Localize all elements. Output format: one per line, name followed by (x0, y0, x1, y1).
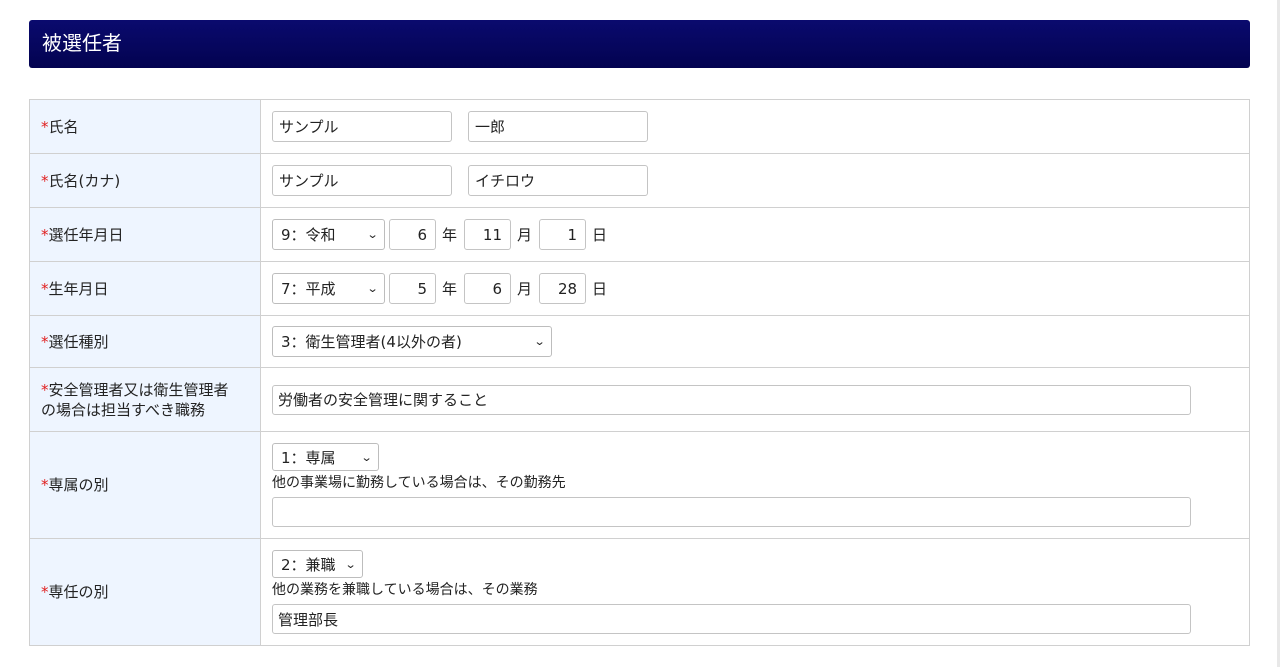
required-mark: * (41, 476, 49, 494)
appoint-day-input[interactable] (539, 219, 587, 250)
form-row-appoint-date: *選任年月日 9：令和 ⌄ 年 月 日 (29, 207, 1250, 262)
birth-month-input[interactable] (464, 273, 512, 304)
other-job-note: 他の業務を兼職している場合は、その業務 (272, 582, 538, 598)
duty-input[interactable] (272, 384, 1191, 415)
appoint-year-input[interactable] (389, 219, 436, 250)
chevron-down-icon: ⌄ (533, 335, 546, 348)
day-unit: 日 (592, 280, 608, 298)
chevron-down-icon: ⌄ (366, 228, 379, 241)
first-name-input[interactable] (468, 111, 648, 142)
label-text: 専属の別 (48, 476, 109, 494)
label-birth-date: *生年月日 (29, 261, 261, 316)
required-mark: * (41, 332, 49, 351)
selected-value: 2：兼職 (281, 555, 336, 574)
label-text: 生年月日 (48, 279, 109, 298)
section-title: 被選任者 (42, 31, 122, 55)
appoint-type-select[interactable]: 3：衛生管理者(4以外の者) ⌄ (272, 326, 552, 357)
label-text: 氏名 (48, 117, 79, 136)
birth-era-select[interactable]: 7：平成 ⌄ (272, 273, 385, 304)
label-text: 氏名(カナ) (48, 171, 121, 190)
chevron-down-icon: ⌄ (344, 557, 357, 571)
selected-value: 1：専属 (281, 448, 336, 467)
required-mark: * (41, 225, 49, 244)
workplace-input[interactable] (272, 497, 1191, 527)
chevron-down-icon: ⌄ (360, 450, 373, 464)
selected-value: 9：令和 (281, 226, 336, 244)
form-row-appoint-type: *選任種別 3：衛生管理者(4以外の者) ⌄ (29, 315, 1250, 368)
form-row-birth-date: *生年月日 7：平成 ⌄ 年 月 日 (29, 261, 1250, 316)
label-text: 専任の別 (48, 583, 109, 601)
label-appoint-date: *選任年月日 (29, 207, 261, 262)
last-name-input[interactable] (272, 111, 452, 142)
label-kana: *氏名(カナ) (29, 153, 261, 208)
required-mark: * (41, 117, 49, 136)
label-text-line2: の場合は担当すべき職務 (41, 400, 205, 419)
appoint-era-select[interactable]: 9：令和 ⌄ (272, 219, 385, 250)
other-job-input[interactable] (272, 604, 1191, 634)
label-text-line1: 安全管理者又は衛生管理者 (48, 380, 229, 399)
form-row-name: *氏名 (29, 99, 1250, 154)
year-unit: 年 (442, 280, 458, 298)
birth-year-input[interactable] (389, 273, 436, 304)
label-duty: *安全管理者又は衛生管理者 の場合は担当すべき職務 (29, 367, 261, 432)
form-row-fulltime: *専任の別 2：兼職 ⌄ 他の業務を兼職している場合は、その業務 (29, 538, 1250, 646)
exclusive-select[interactable]: 1：専属 ⌄ (272, 443, 379, 471)
label-fulltime: *専任の別 (29, 538, 261, 646)
required-mark: * (41, 171, 49, 190)
birth-day-input[interactable] (539, 273, 587, 304)
workplace-note: 他の事業場に勤務している場合は、その勤務先 (272, 475, 566, 491)
required-mark: * (41, 380, 49, 399)
last-name-kana-input[interactable] (272, 165, 452, 196)
first-name-kana-input[interactable] (468, 165, 648, 196)
section-header: 被選任者 (29, 20, 1250, 68)
appointee-form: *氏名 *氏名(カナ) *選任年月日 9：令和 (29, 99, 1250, 646)
required-mark: * (41, 583, 49, 601)
label-text: 選任種別 (48, 332, 109, 351)
selected-value: 7：平成 (281, 280, 336, 298)
label-name: *氏名 (29, 99, 261, 154)
chevron-down-icon: ⌄ (366, 282, 379, 295)
label-appoint-type: *選任種別 (29, 315, 261, 368)
label-text: 選任年月日 (48, 225, 124, 244)
required-mark: * (41, 279, 49, 298)
month-unit: 月 (517, 280, 533, 298)
selected-value: 3：衛生管理者(4以外の者) (281, 333, 462, 351)
label-exclusive: *専属の別 (29, 431, 261, 539)
fulltime-select[interactable]: 2：兼職 ⌄ (272, 550, 363, 578)
form-row-duty: *安全管理者又は衛生管理者 の場合は担当すべき職務 (29, 367, 1250, 432)
year-unit: 年 (442, 226, 458, 244)
form-row-kana: *氏名(カナ) (29, 153, 1250, 208)
month-unit: 月 (517, 226, 533, 244)
day-unit: 日 (592, 226, 608, 244)
appoint-month-input[interactable] (464, 219, 512, 250)
form-row-exclusive: *専属の別 1：専属 ⌄ 他の事業場に勤務している場合は、その勤務先 (29, 431, 1250, 539)
